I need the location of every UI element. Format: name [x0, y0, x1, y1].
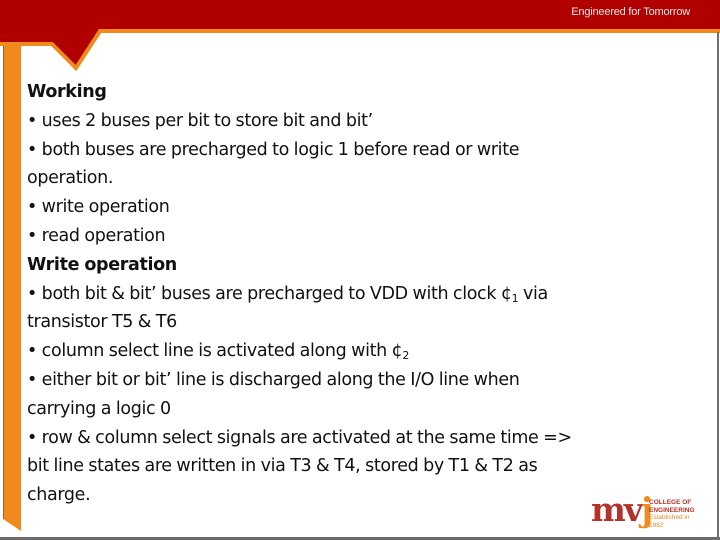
line-text: • both buses are precharged to logic 1 b…	[27, 139, 520, 160]
line-text-after: via	[518, 283, 548, 304]
line-text: bit line states are written in via T3 & …	[27, 456, 538, 477]
bullet-item: • write operation	[27, 193, 697, 222]
college-logo: mvj COLLEGE OF ENGINEERING Established i…	[591, 490, 703, 529]
slide-body: Working • uses 2 buses per bit to store b…	[27, 78, 697, 510]
header-tagline: Engineered for Tomorrow	[571, 6, 690, 18]
line-text: operation.	[27, 168, 114, 189]
logo-text: COLLEGE OF ENGINEERING Established in 19…	[649, 499, 703, 529]
bullet-continuation: transistor T5 & T6	[27, 308, 697, 337]
right-border	[717, 32, 719, 540]
section-heading: Write operation	[27, 251, 697, 280]
line-text: transistor T5 & T6	[27, 312, 177, 333]
bullet-item: • row & column select signals are activa…	[27, 424, 697, 453]
bullet-continuation: carrying a logic 0	[27, 395, 697, 424]
logo-line-3: Established in 1982	[649, 514, 690, 529]
logo-line-2: ENGINEERING	[649, 506, 695, 514]
line-text: charge.	[27, 485, 91, 506]
logo-mark-main: mv	[591, 490, 643, 529]
logo-line-1: COLLEGE OF	[649, 499, 692, 506]
bullet-continuation: operation.	[27, 164, 697, 193]
line-text: • column select line is activated along …	[27, 341, 403, 362]
bullet-item: • both bit & bit’ buses are precharged t…	[27, 280, 697, 309]
header-accent-stripe	[0, 29, 720, 72]
bullet-item: • column select line is activated along …	[27, 337, 697, 366]
bullet-continuation: bit line states are written in via T3 & …	[27, 452, 697, 481]
bullet-item: • read operation	[27, 222, 697, 251]
line-text: • write operation	[27, 197, 170, 218]
bullet-item: • uses 2 buses per bit to store bit and …	[27, 107, 697, 136]
bullet-item: • both buses are precharged to logic 1 b…	[27, 136, 697, 165]
line-text: • both bit & bit’ buses are precharged t…	[27, 283, 512, 304]
line-text: • row & column select signals are activa…	[27, 427, 572, 448]
left-accent-bar	[3, 46, 21, 531]
line-text: Working	[27, 82, 107, 102]
bullet-item: • either bit or bit’ line is discharged …	[27, 366, 697, 395]
line-text: • uses 2 buses per bit to store bit and …	[27, 110, 373, 131]
section-heading: Working	[27, 78, 697, 107]
line-text: Write operation	[27, 254, 177, 275]
line-text: • read operation	[27, 225, 166, 246]
logo-mark: mvj	[591, 490, 653, 529]
line-text: • either bit or bit’ line is discharged …	[27, 369, 520, 390]
line-text: carrying a logic 0	[27, 398, 171, 419]
clock-subscript: 2	[402, 349, 409, 363]
